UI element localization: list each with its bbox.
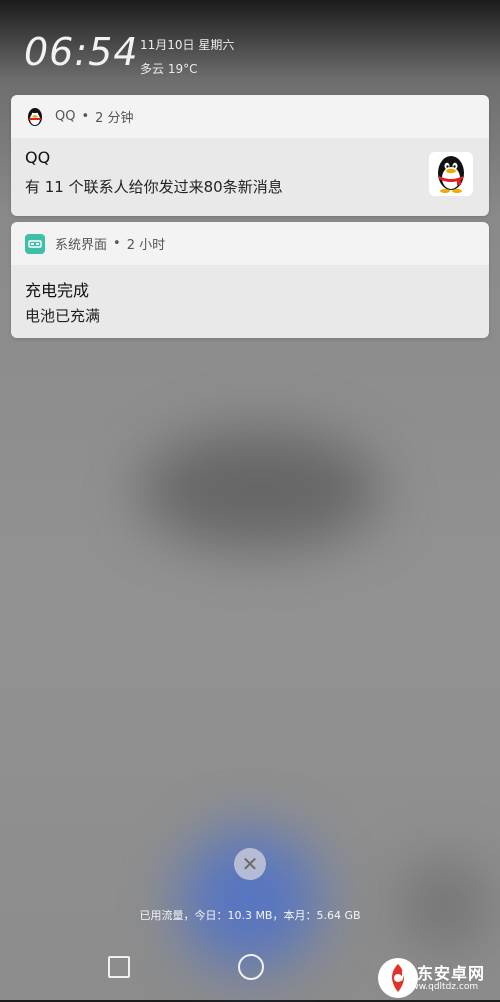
notification-time: 2 小时 bbox=[126, 238, 166, 253]
wallpaper-blob bbox=[140, 430, 380, 550]
notification-body: 充电完成 电池已充满 bbox=[11, 265, 489, 338]
data-usage-text: 已用流量，今日：10.3 MB，本月：5.64 GB bbox=[139, 909, 361, 922]
system-ui-icon bbox=[25, 233, 45, 254]
qq-large-icon bbox=[429, 152, 473, 196]
watermark-name: 启东安卓网 bbox=[400, 964, 486, 983]
site-watermark: 启东安卓网 www.qdltdz.com bbox=[360, 958, 500, 1000]
lockscreen-date: 11月10日 星期六 bbox=[140, 38, 235, 52]
home-button[interactable] bbox=[238, 954, 264, 980]
qq-penguin-icon bbox=[25, 107, 45, 127]
lockscreen-weather: 多云 19°C bbox=[140, 62, 198, 76]
notification-message: 有 11 个联系人给你发过来80条新消息 bbox=[25, 178, 283, 196]
notification-system-ui[interactable]: 系统界面 • 2 小时 充电完成 电池已充满 bbox=[11, 222, 489, 338]
lockscreen-clock: 06:54 bbox=[24, 30, 139, 74]
notification-title: 充电完成 bbox=[25, 281, 90, 300]
notification-header: QQ • 2 分钟 bbox=[11, 95, 489, 138]
notification-app-name: 系统界面 bbox=[55, 238, 108, 253]
notification-body: QQ 有 11 个联系人给你发过来80条新消息 bbox=[11, 138, 489, 216]
notification-qq[interactable]: QQ • 2 分钟 QQ 有 11 个联系人给你发过来80条新消息 bbox=[11, 95, 489, 216]
notification-time: 2 分钟 bbox=[95, 111, 134, 126]
recent-apps-button[interactable] bbox=[108, 956, 130, 978]
notification-header: 系统界面 • 2 小时 bbox=[11, 222, 489, 265]
clear-notifications-button[interactable]: ✕ bbox=[234, 848, 266, 880]
watermark-url: www.qdltdz.com bbox=[404, 982, 479, 992]
close-icon: ✕ bbox=[241, 852, 259, 876]
notification-message: 电池已充满 bbox=[25, 307, 101, 325]
notification-title: QQ bbox=[25, 148, 51, 167]
notification-app-name: QQ bbox=[55, 109, 76, 124]
separator-dot: • bbox=[81, 109, 90, 124]
separator-dot: • bbox=[113, 236, 121, 251]
wallpaper-blob bbox=[400, 860, 490, 950]
